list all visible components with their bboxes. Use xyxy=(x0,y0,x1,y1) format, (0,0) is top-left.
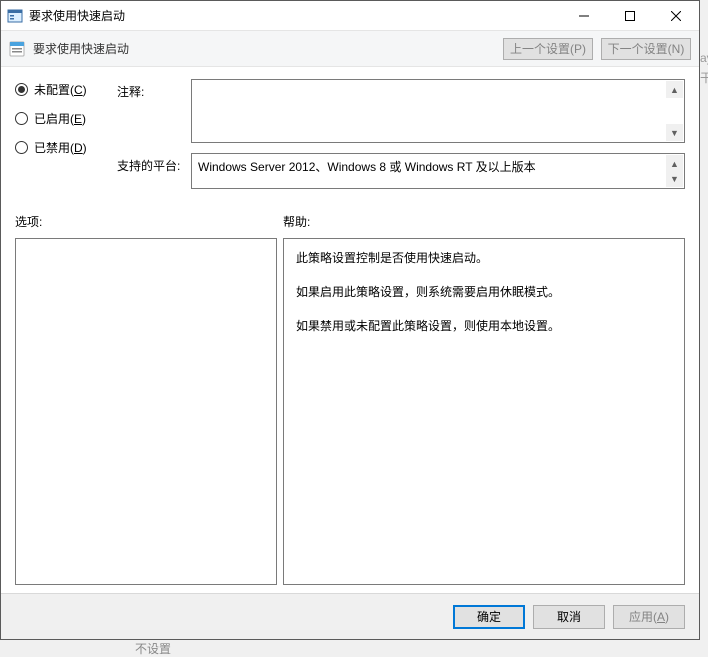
radio-indicator xyxy=(15,112,28,125)
options-pane xyxy=(15,238,277,585)
apply-button[interactable]: 应用(A) xyxy=(613,605,685,629)
maximize-button[interactable] xyxy=(607,1,653,30)
radio-enabled[interactable]: 已启用(E) xyxy=(15,110,105,127)
split-panes: 此策略设置控制是否使用快速启动。 如果启用此策略设置，则系统需要启用休眠模式。 … xyxy=(15,238,685,585)
prev-setting-button[interactable]: 上一个设置(P) xyxy=(503,38,593,60)
radio-label-disabled: 已禁用(D) xyxy=(34,139,87,156)
scroll-down-icon[interactable]: ▼ xyxy=(666,124,683,141)
help-pane: 此策略设置控制是否使用快速启动。 如果启用此策略设置，则系统需要启用休眠模式。 … xyxy=(283,238,685,585)
prev-setting-label: 上一个设置(P) xyxy=(510,40,586,57)
ok-button[interactable]: 确定 xyxy=(453,605,525,629)
radio-label-enabled: 已启用(E) xyxy=(34,110,86,127)
toolbar-title: 要求使用快速启动 xyxy=(33,40,495,57)
help-paragraph: 如果禁用或未配置此策略设置，则使用本地设置。 xyxy=(296,317,672,335)
close-button[interactable] xyxy=(653,1,699,30)
toolbar: 要求使用快速启动 上一个设置(P) 下一个设置(N) xyxy=(1,31,699,67)
window-controls xyxy=(561,1,699,30)
titlebar: 要求使用快速启动 xyxy=(1,1,699,31)
app-icon xyxy=(7,8,23,24)
radio-disabled[interactable]: 已禁用(D) xyxy=(15,139,105,156)
radio-indicator xyxy=(15,141,28,154)
comment-textarea[interactable]: ▲ ▼ xyxy=(191,79,685,143)
help-header: 帮助: xyxy=(283,213,685,230)
next-setting-button[interactable]: 下一个设置(N) xyxy=(601,38,691,60)
behind-right: ay 干 xyxy=(700,48,708,88)
radio-indicator xyxy=(15,83,28,96)
comment-row: 注释: ▲ ▼ xyxy=(117,79,685,143)
apply-label: 应用(A) xyxy=(629,608,669,625)
platform-label: 支持的平台: xyxy=(117,153,183,189)
behind-text: 不设置 xyxy=(135,640,171,657)
options-header: 选项: xyxy=(15,213,283,230)
radio-label-not-configured: 未配置(C) xyxy=(34,81,87,98)
body: 未配置(C) 已启用(E) 已禁用(D) 注释: ▲ xyxy=(1,67,699,593)
policy-icon xyxy=(9,41,25,57)
cancel-label: 取消 xyxy=(557,608,581,625)
fields: 注释: ▲ ▼ 支持的平台: Windows Server 2012、Windo… xyxy=(117,79,685,189)
platform-box: Windows Server 2012、Windows 8 或 Windows … xyxy=(191,153,685,189)
platform-value: Windows Server 2012、Windows 8 或 Windows … xyxy=(198,160,536,174)
scroll-up-icon[interactable]: ▲ xyxy=(666,81,683,98)
state-radios: 未配置(C) 已启用(E) 已禁用(D) xyxy=(15,79,105,189)
comment-label: 注释: xyxy=(117,79,183,143)
ok-label: 确定 xyxy=(477,608,501,625)
platform-row: 支持的平台: Windows Server 2012、Windows 8 或 W… xyxy=(117,153,685,189)
dialog-footer: 确定 取消 应用(A) xyxy=(1,593,699,639)
help-paragraph: 此策略设置控制是否使用快速启动。 xyxy=(296,249,672,267)
top-block: 未配置(C) 已启用(E) 已禁用(D) 注释: ▲ xyxy=(15,79,685,189)
next-setting-label: 下一个设置(N) xyxy=(608,40,685,57)
minimize-button[interactable] xyxy=(561,1,607,30)
policy-dialog: 要求使用快速启动 要求使用快速启动 上一个设置(P) xyxy=(0,0,700,640)
radio-not-configured[interactable]: 未配置(C) xyxy=(15,81,105,98)
help-paragraph: 如果启用此策略设置，则系统需要启用休眠模式。 xyxy=(296,283,672,301)
section-headers: 选项: 帮助: xyxy=(15,213,685,230)
window-title: 要求使用快速启动 xyxy=(29,7,561,24)
cancel-button[interactable]: 取消 xyxy=(533,605,605,629)
scroll-down-icon[interactable]: ▼ xyxy=(666,170,683,187)
